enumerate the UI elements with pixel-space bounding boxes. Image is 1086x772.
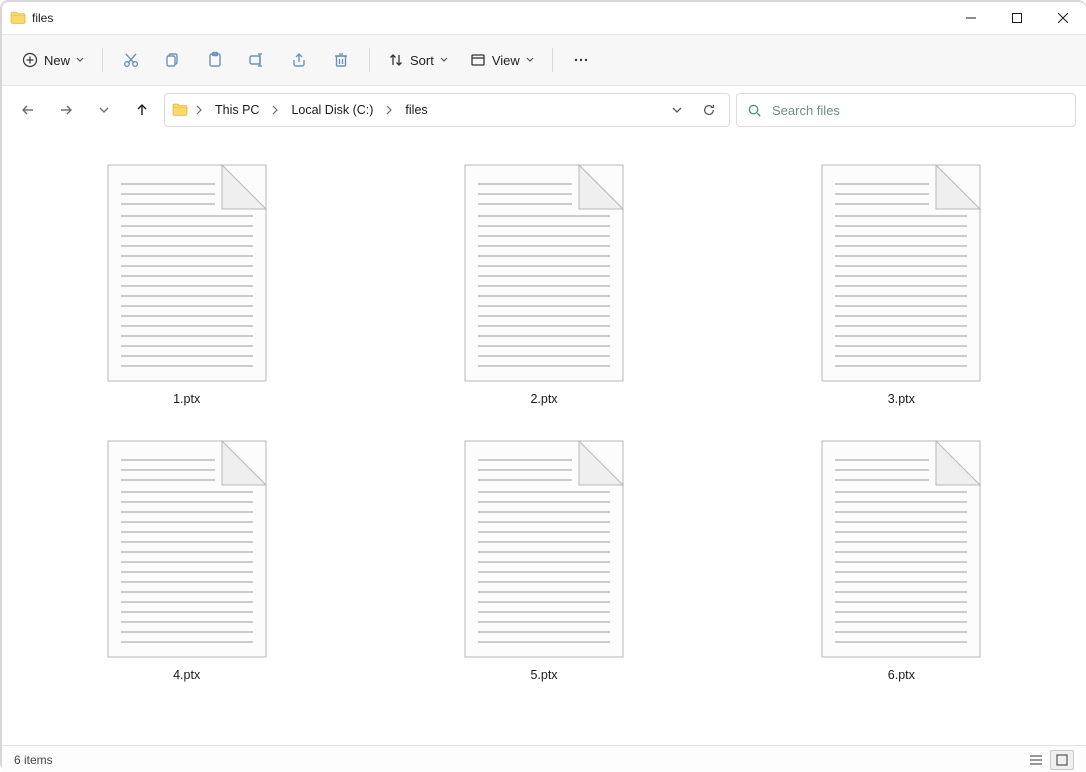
chevron-down-icon: [526, 56, 534, 64]
breadcrumb-local-disk[interactable]: Local Disk (C:): [285, 99, 379, 121]
window-title: files: [32, 11, 53, 25]
chevron-down-icon: [76, 56, 84, 64]
document-icon: [107, 164, 267, 382]
breadcrumb-files[interactable]: files: [399, 99, 433, 121]
cut-button[interactable]: [111, 42, 151, 78]
new-button[interactable]: New: [12, 42, 94, 78]
close-button[interactable]: [1040, 2, 1086, 34]
separator: [369, 48, 370, 72]
file-item[interactable]: 1.ptx: [18, 158, 355, 412]
document-icon: [107, 440, 267, 658]
view-label: View: [492, 53, 520, 68]
paste-button[interactable]: [195, 42, 235, 78]
chevron-right-icon[interactable]: [383, 105, 395, 115]
copy-icon: [164, 51, 182, 69]
status-bar: 6 items: [2, 745, 1086, 772]
view-button[interactable]: View: [460, 42, 544, 78]
back-button[interactable]: [12, 94, 44, 126]
file-name: 6.ptx: [888, 668, 915, 682]
address-row: This PC Local Disk (C:) files: [2, 86, 1086, 134]
rename-icon: [248, 51, 266, 69]
file-pane[interactable]: 1.ptx 2.ptx 3.ptx 4.ptx 5.ptx 6.ptx: [2, 134, 1086, 745]
share-button[interactable]: [279, 42, 319, 78]
refresh-button[interactable]: [695, 96, 723, 124]
sort-label: Sort: [410, 53, 434, 68]
document-icon: [464, 440, 624, 658]
file-name: 2.ptx: [530, 392, 557, 406]
file-name: 1.ptx: [173, 392, 200, 406]
view-icon: [470, 52, 486, 68]
file-name: 4.ptx: [173, 668, 200, 682]
item-count: 6 items: [14, 753, 53, 767]
file-grid: 1.ptx 2.ptx 3.ptx 4.ptx 5.ptx 6.ptx: [18, 158, 1070, 688]
scissors-icon: [122, 51, 140, 69]
sort-button[interactable]: Sort: [378, 42, 458, 78]
sort-icon: [388, 52, 404, 68]
search-icon: [747, 103, 762, 118]
trash-icon: [332, 51, 350, 69]
copy-button[interactable]: [153, 42, 193, 78]
file-name: 5.ptx: [530, 668, 557, 682]
document-icon: [821, 440, 981, 658]
new-label: New: [44, 53, 70, 68]
plus-circle-icon: [22, 52, 38, 68]
large-icons-view-toggle[interactable]: [1050, 750, 1074, 770]
document-icon: [821, 164, 981, 382]
more-button[interactable]: [561, 42, 601, 78]
chevron-right-icon[interactable]: [269, 105, 281, 115]
file-name: 3.ptx: [888, 392, 915, 406]
delete-button[interactable]: [321, 42, 361, 78]
maximize-button[interactable]: [994, 2, 1040, 34]
chevron-right-icon[interactable]: [193, 105, 205, 115]
separator: [102, 48, 103, 72]
file-item[interactable]: 2.ptx: [375, 158, 712, 412]
minimize-button[interactable]: [948, 2, 994, 34]
file-item[interactable]: 5.ptx: [375, 434, 712, 688]
forward-button[interactable]: [50, 94, 82, 126]
address-dropdown-button[interactable]: [663, 96, 691, 124]
up-button[interactable]: [126, 94, 158, 126]
document-icon: [464, 164, 624, 382]
address-bar[interactable]: This PC Local Disk (C:) files: [164, 93, 730, 127]
recent-locations-button[interactable]: [88, 94, 120, 126]
ellipsis-icon: [573, 52, 589, 68]
search-input[interactable]: [770, 102, 1065, 119]
clipboard-icon: [206, 51, 224, 69]
breadcrumb-this-pc[interactable]: This PC: [209, 99, 265, 121]
chevron-down-icon: [440, 56, 448, 64]
search-box[interactable]: [736, 93, 1076, 127]
file-item[interactable]: 4.ptx: [18, 434, 355, 688]
details-view-toggle[interactable]: [1024, 750, 1048, 770]
folder-icon: [171, 102, 189, 118]
file-item[interactable]: 3.ptx: [733, 158, 1070, 412]
share-icon: [290, 51, 308, 69]
file-item[interactable]: 6.ptx: [733, 434, 1070, 688]
separator: [552, 48, 553, 72]
folder-icon: [10, 10, 26, 26]
toolbar: New Sort: [2, 34, 1086, 86]
titlebar: files: [2, 2, 1086, 34]
rename-button[interactable]: [237, 42, 277, 78]
